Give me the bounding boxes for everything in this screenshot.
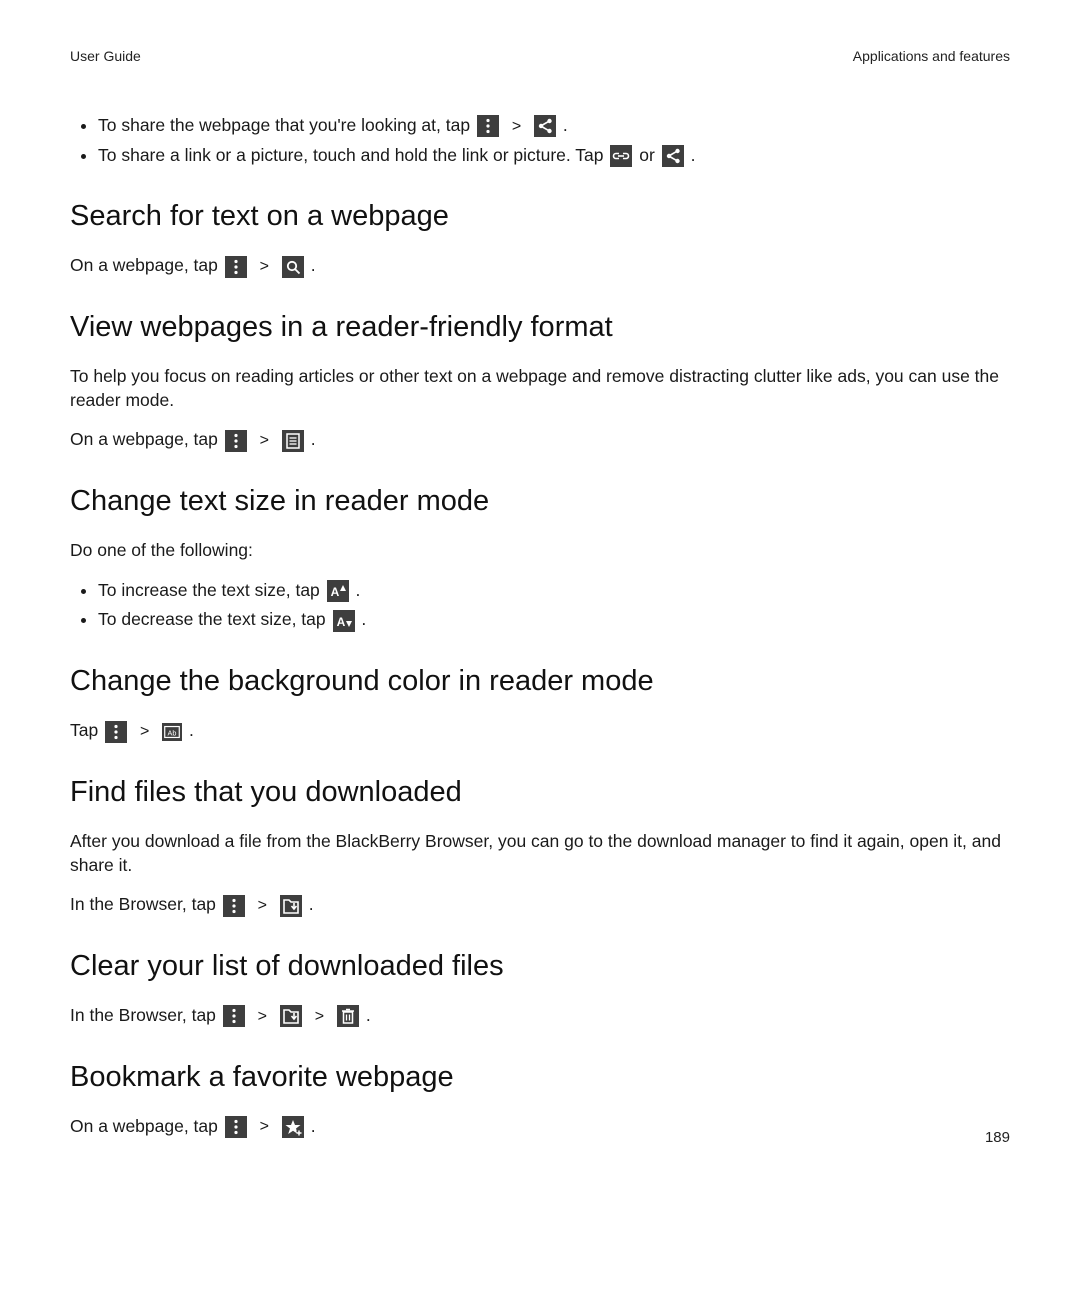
reader-step: On a webpage, tap > . <box>70 428 1010 452</box>
text: On a webpage, tap <box>70 429 223 449</box>
bg-color-step: Tap > . <box>70 719 1010 743</box>
background-color-icon <box>162 723 182 741</box>
text-size-desc: Do one of the following: <box>70 539 1010 563</box>
separator: > <box>260 1116 269 1138</box>
heading-clear-downloads: Clear your list of downloaded files <box>70 947 1010 986</box>
text: . <box>366 1005 371 1025</box>
share-webpage-step: To share the webpage that you're looking… <box>98 114 1010 138</box>
downloads-icon <box>280 895 302 917</box>
decrease-text-step: To decrease the text size, tap . <box>98 608 1010 632</box>
text: Tap <box>70 720 103 740</box>
downloads-icon <box>280 1005 302 1027</box>
search-text-step: On a webpage, tap > . <box>70 254 1010 278</box>
increase-text-step: To increase the text size, tap . <box>98 579 1010 603</box>
more-icon <box>223 895 245 917</box>
separator: > <box>260 430 269 452</box>
search-icon <box>282 256 304 278</box>
text: . <box>356 580 361 600</box>
reader-desc: To help you focus on reading articles or… <box>70 365 1010 412</box>
heading-search-text: Search for text on a webpage <box>70 197 1010 236</box>
more-icon <box>225 256 247 278</box>
separator: > <box>140 721 149 743</box>
share-icon <box>662 145 684 167</box>
find-files-step: In the Browser, tap > . <box>70 893 1010 917</box>
text: . <box>189 720 194 740</box>
heading-text-size: Change text size in reader mode <box>70 482 1010 521</box>
text: To increase the text size, tap <box>98 580 325 600</box>
text: . <box>361 609 366 629</box>
text: . <box>563 115 568 135</box>
text: . <box>311 255 316 275</box>
text: or <box>639 145 659 165</box>
header-right: Applications and features <box>853 48 1010 64</box>
link-icon <box>610 145 632 167</box>
more-icon <box>225 1116 247 1138</box>
bookmark-step: On a webpage, tap > . <box>70 1115 1010 1139</box>
heading-bg-color: Change the background color in reader mo… <box>70 662 1010 701</box>
text: On a webpage, tap <box>70 255 223 275</box>
text-increase-icon <box>327 580 349 602</box>
separator: > <box>512 116 521 138</box>
text: To share the webpage that you're looking… <box>98 115 475 135</box>
clear-downloads-step: In the Browser, tap > > . <box>70 1004 1010 1028</box>
heading-reader-format: View webpages in a reader-friendly forma… <box>70 308 1010 347</box>
share-icon <box>534 115 556 137</box>
text: . <box>311 1116 316 1136</box>
separator: > <box>258 895 267 917</box>
more-icon <box>477 115 499 137</box>
separator: > <box>258 1006 267 1028</box>
reader-icon <box>282 430 304 452</box>
page-number: 189 <box>985 1129 1010 1146</box>
text: . <box>309 894 314 914</box>
text: . <box>311 429 316 449</box>
header-left: User Guide <box>70 48 141 64</box>
separator: > <box>315 1006 324 1028</box>
heading-bookmark: Bookmark a favorite webpage <box>70 1058 1010 1097</box>
text: . <box>691 145 696 165</box>
more-icon <box>223 1005 245 1027</box>
text: To decrease the text size, tap <box>98 609 331 629</box>
text: On a webpage, tap <box>70 1116 223 1136</box>
text: To share a link or a picture, touch and … <box>98 145 608 165</box>
separator: > <box>260 256 269 278</box>
more-icon <box>105 721 127 743</box>
find-files-desc: After you download a file from the Black… <box>70 830 1010 877</box>
text: In the Browser, tap <box>70 894 221 914</box>
add-bookmark-icon <box>282 1116 304 1138</box>
text: In the Browser, tap <box>70 1005 221 1025</box>
text-decrease-icon <box>333 610 355 632</box>
heading-find-files: Find files that you downloaded <box>70 773 1010 812</box>
more-icon <box>225 430 247 452</box>
share-link-step: To share a link or a picture, touch and … <box>98 144 1010 168</box>
trash-icon <box>337 1005 359 1027</box>
